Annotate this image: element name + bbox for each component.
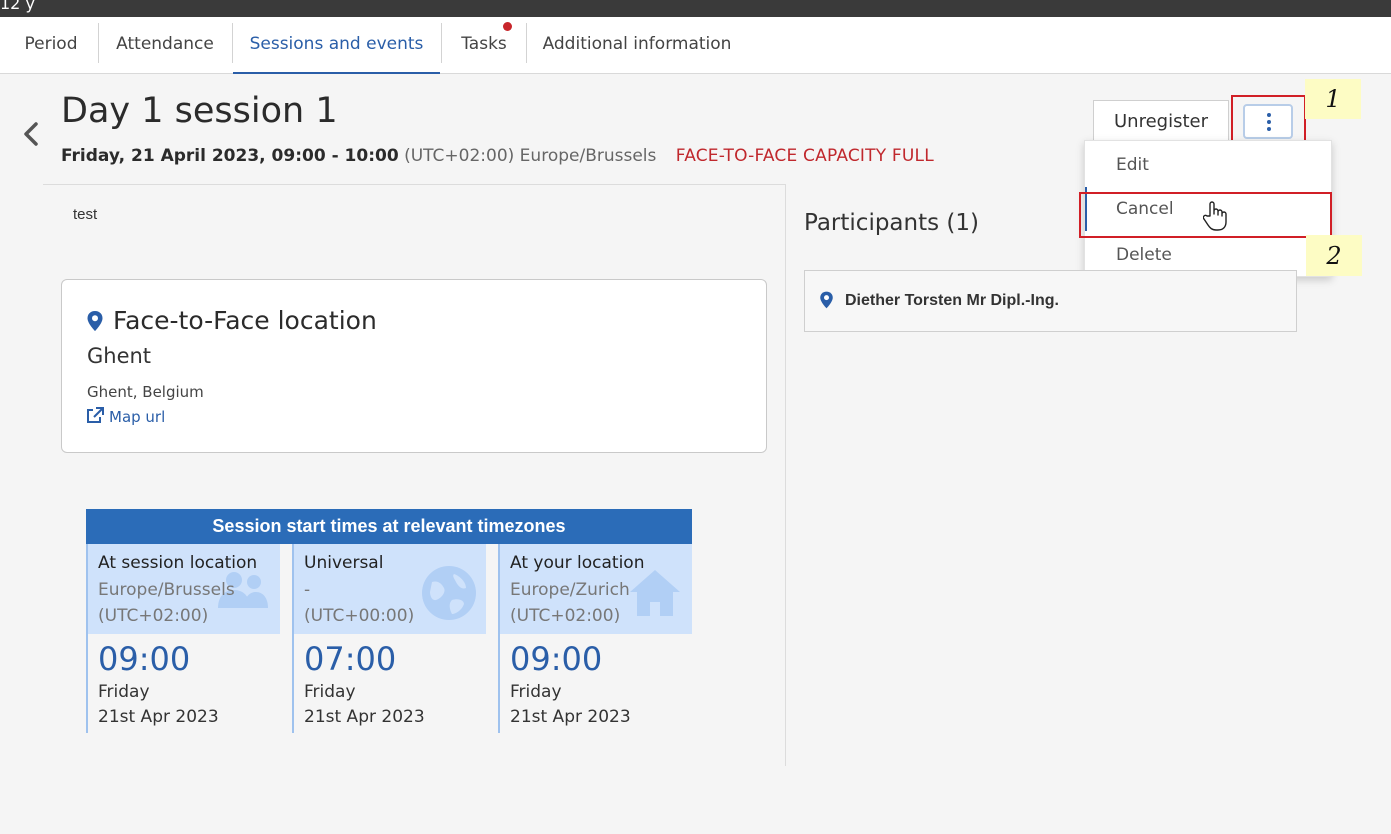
- unregister-button[interactable]: Unregister: [1093, 100, 1229, 142]
- session-timezone: (UTC+02:00) Europe/Brussels: [404, 146, 657, 166]
- map-url-link[interactable]: Map url: [86, 407, 165, 427]
- timezone-table-heading: Session start times at relevant timezone…: [86, 509, 692, 544]
- back-chevron-icon[interactable]: [22, 120, 42, 150]
- globe-icon: [420, 564, 478, 622]
- annotation-step-1: 1: [1305, 79, 1361, 119]
- header-divider: [43, 184, 785, 185]
- tab-attendance[interactable]: Attendance: [100, 23, 230, 73]
- location-card: Face-to-Face location Ghent Ghent, Belgi…: [61, 279, 767, 453]
- top-bar-fragment: 12 y: [0, 0, 35, 13]
- column-divider: [785, 184, 786, 766]
- timezone-offset: (UTC+02:00): [98, 606, 209, 626]
- participants-heading: Participants (1): [804, 210, 979, 236]
- capacity-status-badge: FACE-TO-FACE CAPACITY FULL: [675, 146, 934, 166]
- timezone-offset: (UTC+00:00): [304, 606, 415, 626]
- timezone-table: Session start times at relevant timezone…: [86, 509, 692, 733]
- location-heading: Face-to-Face location: [113, 306, 377, 335]
- more-actions-button[interactable]: [1243, 104, 1293, 139]
- timezone-column-header: At your location Europe/Zurich (UTC+02:0…: [500, 544, 692, 634]
- timezone-date: 21st Apr 2023: [510, 707, 631, 727]
- top-bar: 12 y: [0, 0, 1391, 17]
- timezone-zone: Europe/Zurich: [510, 580, 630, 600]
- timezone-date: 21st Apr 2023: [304, 707, 425, 727]
- timezone-column-your-location: At your location Europe/Zurich (UTC+02:0…: [498, 544, 692, 733]
- timezone-offset: (UTC+02:00): [510, 606, 621, 626]
- timezone-zone: -: [304, 580, 311, 600]
- map-url-label: Map url: [109, 408, 166, 426]
- hand-cursor-icon: [1202, 200, 1229, 232]
- participant-item[interactable]: Diether Torsten Mr Dipl.-Ing.: [804, 270, 1297, 332]
- page-title: Day 1 session 1: [61, 91, 338, 131]
- tab-additional-information[interactable]: Additional information: [530, 23, 744, 73]
- timezone-date: 21st Apr 2023: [98, 707, 219, 727]
- map-pin-icon: [86, 310, 104, 332]
- tab-divider: [526, 23, 527, 63]
- location-address: Ghent, Belgium: [87, 383, 204, 401]
- session-schedule: Friday, 21 April 2023, 09:00 - 10:00 (UT…: [61, 146, 934, 166]
- tab-divider: [98, 23, 99, 63]
- annotation-step-2: 2: [1306, 235, 1362, 276]
- timezone-column-universal: Universal - (UTC+00:00) 07:00 Friday 21s…: [292, 544, 486, 733]
- tab-sessions-and-events[interactable]: Sessions and events: [233, 23, 440, 74]
- map-pin-icon: [819, 290, 834, 310]
- tab-period[interactable]: Period: [8, 23, 94, 73]
- participant-name: Diether Torsten Mr Dipl.-Ing.: [845, 292, 1059, 309]
- tasks-notification-dot: [503, 22, 512, 31]
- tab-divider: [441, 23, 442, 63]
- session-datetime: Friday, 21 April 2023, 09:00 - 10:00: [61, 146, 399, 166]
- menu-item-edit[interactable]: Edit: [1085, 143, 1333, 187]
- timezone-column-session-location: At session location Europe/Brussels (UTC…: [86, 544, 280, 733]
- session-description: test: [73, 206, 98, 223]
- tab-bar: Period Attendance Sessions and events Ta…: [0, 17, 1391, 74]
- timezone-column-header: Universal - (UTC+00:00): [294, 544, 486, 634]
- timezone-label: At session location: [98, 553, 258, 573]
- timezone-column-header: At session location Europe/Brussels (UTC…: [88, 544, 280, 634]
- timezone-zone: Europe/Brussels: [98, 580, 235, 600]
- timezone-day: Friday: [510, 682, 562, 702]
- timezone-label: Universal: [304, 553, 384, 573]
- timezone-label: At your location: [510, 553, 645, 573]
- timezone-start-time: 09:00: [98, 640, 191, 678]
- timezone-day: Friday: [98, 682, 150, 702]
- tab-tasks[interactable]: Tasks: [443, 23, 525, 73]
- external-link-icon: [86, 407, 104, 427]
- location-name: Ghent: [87, 344, 152, 368]
- timezone-day: Friday: [304, 682, 356, 702]
- timezone-start-time: 09:00: [510, 640, 603, 678]
- timezone-start-time: 07:00: [304, 640, 397, 678]
